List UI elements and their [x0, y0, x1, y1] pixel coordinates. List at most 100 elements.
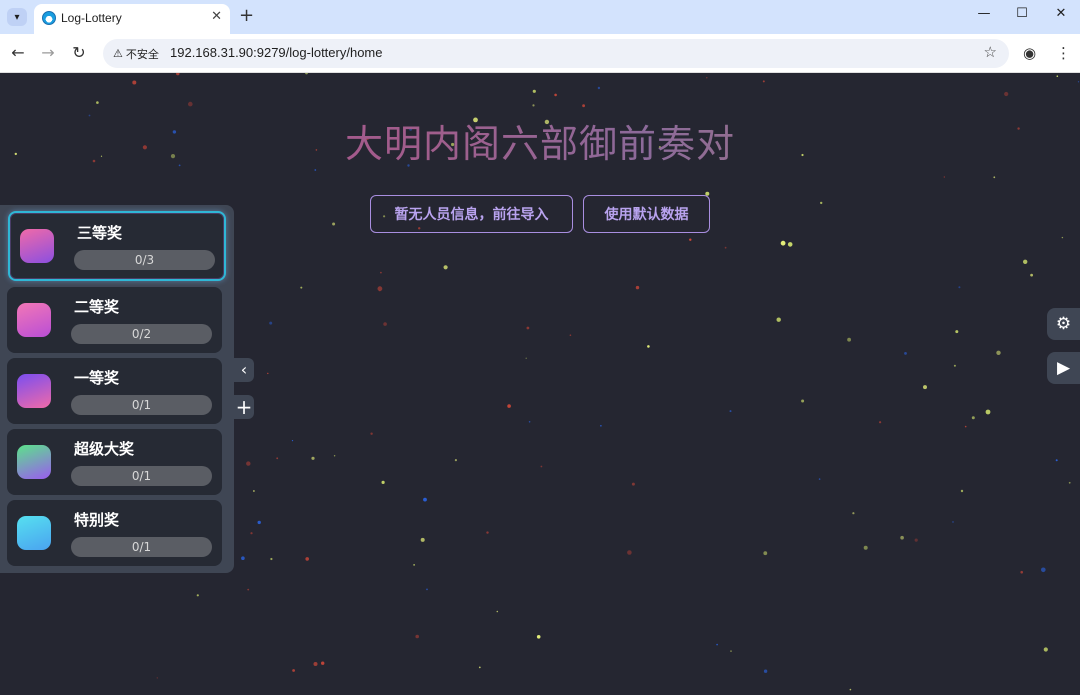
- star-particle: [332, 222, 336, 226]
- star-particle: [300, 286, 303, 289]
- address-bar[interactable]: ⚠ 不安全 192.168.31.90:9279/log-lottery/hom…: [103, 39, 1009, 68]
- star-particle: [292, 669, 295, 672]
- forward-icon[interactable]: →: [38, 43, 58, 63]
- star-particle: [635, 285, 640, 290]
- prize-image: [17, 445, 51, 479]
- star-particle: [943, 176, 945, 178]
- star-particle: [532, 89, 536, 93]
- star-particle: [1068, 481, 1071, 484]
- star-particle: [525, 357, 527, 359]
- tab-title: Log-Lottery: [61, 11, 122, 25]
- bookmark-star-icon[interactable]: ☆: [984, 43, 997, 61]
- star-particle: [763, 551, 768, 556]
- star-particle: [1020, 570, 1023, 574]
- star-particle: [253, 490, 255, 492]
- star-particle: [801, 399, 805, 403]
- star-particle: [241, 556, 245, 560]
- star-particle: [1041, 567, 1046, 573]
- back-icon[interactable]: ←: [8, 43, 28, 63]
- menu-kebab-icon[interactable]: ⋮: [1056, 44, 1071, 62]
- collapse-panel-button[interactable]: ‹: [234, 358, 254, 382]
- star-particle: [960, 489, 964, 493]
- play-button[interactable]: ▶: [1047, 352, 1080, 384]
- prize-image: [17, 303, 51, 337]
- star-particle: [780, 240, 786, 246]
- star-particle: [900, 535, 904, 540]
- star-particle: [381, 480, 385, 484]
- import-people-button[interactable]: 暂无人员信息，前往导入: [370, 195, 573, 233]
- star-particle: [582, 104, 585, 108]
- page-title: 大明内阁六部御前奏对: [0, 113, 1080, 168]
- prize-card[interactable]: 二等奖 0/2: [7, 287, 222, 353]
- star-particle: [849, 688, 852, 691]
- prize-name: 特别奖: [74, 511, 120, 529]
- prize-list-panel: 三等奖 0/3 二等奖 0/2 一等奖 0/1 超级大奖 0/1 特别奖 0/1: [0, 205, 234, 573]
- star-particle: [762, 80, 765, 83]
- star-particle: [958, 286, 961, 289]
- star-particle: [526, 326, 530, 330]
- star-particle: [305, 73, 308, 75]
- settings-button[interactable]: ⚙: [1047, 308, 1080, 340]
- star-particle: [1043, 647, 1048, 652]
- browser-toolbar: ← → ↻ ⚠ 不安全 192.168.31.90:9279/log-lotte…: [0, 34, 1080, 73]
- reload-icon[interactable]: ↻: [69, 43, 89, 63]
- star-particle: [923, 385, 927, 390]
- star-particle: [554, 93, 557, 97]
- star-particle: [443, 265, 448, 270]
- star-particle: [1022, 259, 1028, 264]
- star-particle: [486, 531, 489, 534]
- star-particle: [689, 238, 692, 241]
- star-particle: [852, 512, 855, 515]
- star-particle: [706, 77, 708, 79]
- star-particle: [569, 334, 572, 337]
- new-tab-button[interactable]: +: [239, 5, 254, 26]
- prize-card[interactable]: 特别奖 0/1: [7, 500, 222, 566]
- star-particle: [247, 588, 250, 591]
- star-particle: [914, 538, 918, 542]
- use-default-data-button[interactable]: 使用默认数据: [583, 195, 710, 233]
- star-particle: [1077, 81, 1080, 83]
- star-particle: [532, 104, 535, 107]
- star-particle: [1056, 75, 1059, 77]
- star-particle: [250, 532, 253, 535]
- profile-icon[interactable]: ◉: [1023, 44, 1036, 62]
- star-particle: [413, 564, 415, 566]
- browser-tab[interactable]: Log-Lottery ✕: [34, 4, 230, 34]
- star-particle: [996, 350, 1001, 355]
- star-particle: [631, 482, 635, 486]
- star-particle: [321, 661, 325, 665]
- prize-card[interactable]: 超级大奖 0/1: [7, 429, 222, 495]
- lottery-page: 大明内阁六部御前奏对 暂无人员信息，前往导入 使用默认数据 三等奖 0/3 二等…: [0, 73, 1080, 695]
- star-particle: [96, 101, 99, 104]
- minimize-button[interactable]: —: [970, 6, 998, 26]
- star-particle: [291, 440, 294, 442]
- star-particle: [380, 271, 382, 274]
- star-particle: [955, 330, 959, 334]
- star-particle: [964, 425, 967, 428]
- tab-search-button[interactable]: ▾: [7, 8, 27, 26]
- star-particle: [454, 459, 457, 462]
- prize-card[interactable]: 三等奖 0/3: [8, 211, 226, 281]
- prize-count-badge: 0/3: [74, 250, 215, 270]
- url-text[interactable]: 192.168.31.90:9279/log-lottery/home: [170, 45, 383, 60]
- prize-name: 超级大奖: [74, 440, 135, 458]
- star-particle: [314, 169, 317, 171]
- security-chip[interactable]: ⚠ 不安全: [109, 43, 165, 64]
- star-particle: [423, 497, 427, 502]
- prize-name: 一等奖: [74, 369, 120, 387]
- star-particle: [313, 662, 318, 666]
- close-tab-icon[interactable]: ✕: [211, 9, 222, 24]
- star-particle: [1055, 459, 1058, 462]
- star-particle: [420, 537, 425, 542]
- star-particle: [600, 425, 602, 427]
- star-particle: [333, 455, 336, 457]
- prize-name: 三等奖: [77, 224, 123, 242]
- maximize-button[interactable]: ☐: [1008, 6, 1036, 26]
- add-prize-button[interactable]: +: [234, 395, 254, 419]
- prize-card[interactable]: 一等奖 0/1: [7, 358, 222, 424]
- star-particle: [971, 416, 975, 420]
- star-particle: [818, 478, 821, 480]
- close-window-button[interactable]: ✕: [1047, 6, 1075, 26]
- prize-count-badge: 0/1: [71, 537, 212, 557]
- star-particle: [540, 465, 543, 468]
